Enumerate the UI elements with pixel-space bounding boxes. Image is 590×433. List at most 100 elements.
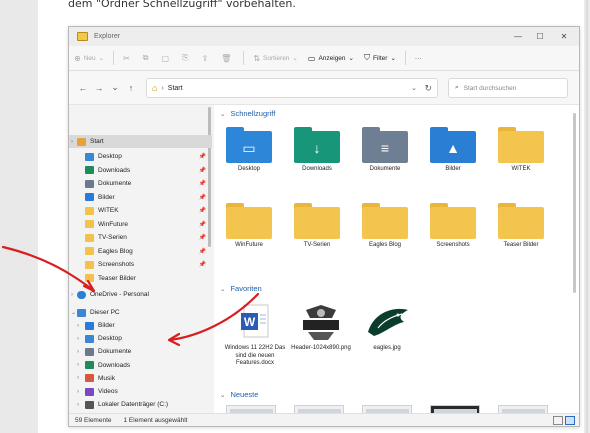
- article-text: dem "Ordner Schnellzugriff" vorbehalten.: [68, 0, 296, 10]
- sidebar-item-pc-videos[interactable]: › Videos: [69, 385, 212, 398]
- folder-icon: ▲: [430, 127, 476, 163]
- details-view-icon[interactable]: [553, 416, 563, 425]
- favorite-item-eagles-jpg[interactable]: eagles.jpg: [356, 302, 418, 368]
- tile-label: Bilder: [445, 166, 461, 172]
- download-icon: [85, 361, 94, 370]
- minimize-button[interactable]: —: [507, 27, 529, 46]
- cut-button[interactable]: ✂: [118, 49, 138, 67]
- filter-label: Filter: [373, 54, 388, 62]
- sidebar-item-witek[interactable]: WITEK 📌: [69, 204, 212, 217]
- toolbar-divider: [113, 51, 115, 65]
- section-header-favorites[interactable]: ⌄ Favoriten: [220, 284, 262, 293]
- sidebar-item-label: Eagles Blog: [98, 247, 133, 255]
- copy-button[interactable]: ⧉: [138, 49, 157, 67]
- content-scrollbar[interactable]: [573, 113, 576, 293]
- quick-tile-tv-serien[interactable]: TV-Serien: [286, 203, 348, 269]
- share-button[interactable]: ⇪: [196, 49, 216, 67]
- sidebar-item-pc-downloads[interactable]: › Downloads: [69, 359, 212, 372]
- explorer-window: Explorer — ☐ ✕ ⊕ Neu ⌄ ✂ ⧉ ▢ ⎘ ⇪ 🗑 ⇅ Sortie…: [68, 26, 580, 427]
- home-icon: [77, 137, 86, 146]
- pin-icon: 📌: [198, 221, 206, 228]
- sidebar-item-label: Screenshots: [98, 261, 135, 268]
- pin-icon: 📌: [198, 208, 206, 214]
- chevron-right-icon: ›: [77, 388, 79, 395]
- forward-arrow-icon[interactable]: →: [91, 83, 107, 93]
- sidebar-item-pc-dokumente[interactable]: › Dokumente: [69, 345, 212, 358]
- sidebar-item-winfuture[interactable]: WinFuture 📌: [69, 218, 212, 231]
- sidebar-item-screenshots[interactable]: Screenshots 📌: [69, 258, 212, 271]
- sidebar-item-pc-desktop[interactable]: › Desktop: [69, 332, 212, 345]
- sidebar-item-downloads[interactable]: Downloads 📌: [69, 164, 212, 177]
- quick-tile-downloads[interactable]: ↓ Downloads: [286, 127, 348, 193]
- pictures-icon: [85, 193, 94, 201]
- sidebar-item-pc-musik[interactable]: › Musik: [69, 372, 212, 385]
- view-button[interactable]: ▭ Anzeigen ⌄: [303, 49, 359, 67]
- up-arrow-icon[interactable]: ↑: [123, 83, 139, 93]
- section-header-recent[interactable]: ⌄ Neueste: [220, 390, 258, 399]
- chevron-down-icon: ⌄: [348, 55, 354, 62]
- quick-tile-winfuture[interactable]: WinFuture: [218, 203, 280, 269]
- recent-thumbnail[interactable]: [498, 405, 548, 413]
- folder-icon: ↓: [294, 127, 340, 163]
- quick-tile-screenshots[interactable]: Screenshots: [422, 203, 484, 269]
- quick-tile-teaser-bilder[interactable]: Teaser Bilder: [490, 203, 552, 269]
- quick-tile-eagles-blog[interactable]: Eagles Blog: [354, 203, 416, 269]
- recent-thumbnail[interactable]: [362, 405, 412, 413]
- breadcrumb-start[interactable]: Start: [168, 85, 183, 92]
- title-bar: Explorer — ☐ ✕: [69, 27, 579, 46]
- recent-thumbnail[interactable]: [430, 405, 480, 413]
- folder-icon: [362, 203, 408, 239]
- chevron-right-icon: ›: [77, 335, 79, 342]
- back-arrow-icon[interactable]: ←: [75, 83, 91, 93]
- rename-button[interactable]: ⎘: [177, 49, 196, 67]
- share-icon: ⇪: [201, 53, 209, 63]
- pictures-icon: [85, 321, 94, 330]
- sidebar-item-label: Desktop: [98, 335, 122, 343]
- favorite-item-header-png[interactable]: Header-1024x890.png: [290, 302, 352, 368]
- paste-button[interactable]: ▢: [157, 49, 178, 67]
- sidebar-item-onedrive[interactable]: › OneDrive - Personal: [69, 288, 212, 301]
- search-input[interactable]: ⌕ Start durchsuchen: [448, 78, 568, 98]
- sidebar-item-start[interactable]: › Start: [69, 135, 212, 148]
- delete-button[interactable]: 🗑: [216, 49, 239, 67]
- chevron-right-icon: ›: [71, 138, 73, 145]
- address-dropdown-icon[interactable]: ⌄: [411, 84, 417, 92]
- address-bar-row: ← → ⌄ ↑ ⌂ › Start ⌄ ↻ ⌕ Start durchsuche…: [69, 71, 579, 105]
- sidebar-item-pc-lokaler-datentr-ger-c-[interactable]: › Lokaler Datenträger (C:): [69, 398, 212, 411]
- favorite-item-docx[interactable]: W Windows 11 22H2 Das sind die neuen Fea…: [224, 302, 286, 392]
- address-field[interactable]: ⌂ › Start ⌄ ↻: [146, 78, 438, 98]
- recent-thumbnail[interactable]: [294, 405, 344, 413]
- filter-button[interactable]: ⛉ Filter ⌄: [359, 49, 401, 67]
- chevron-right-icon: ›: [77, 401, 79, 408]
- sidebar-item-teaser-bilder[interactable]: Teaser Bilder: [69, 272, 212, 285]
- view-label: Anzeigen: [318, 54, 346, 62]
- tiles-view-icon[interactable]: [565, 416, 575, 425]
- sidebar-item-bilder[interactable]: Bilder 📌: [69, 191, 212, 204]
- sidebar-item-dokumente[interactable]: Dokumente 📌: [69, 177, 212, 190]
- sidebar-item-label: Downloads: [98, 361, 131, 369]
- chevron-down-icon: ⌄: [220, 110, 226, 118]
- close-button[interactable]: ✕: [553, 27, 575, 46]
- sidebar-item-pc-bilder[interactable]: › Bilder: [69, 319, 212, 332]
- sort-icon: ⇅: [253, 53, 261, 63]
- recent-thumbnail[interactable]: [226, 405, 276, 413]
- sidebar-item-eagles-blog[interactable]: Eagles Blog 📌: [69, 245, 212, 258]
- sidebar-item-desktop[interactable]: Desktop 📌: [69, 150, 212, 163]
- refresh-icon[interactable]: ↻: [424, 83, 432, 94]
- more-button[interactable]: ···: [410, 49, 427, 67]
- sidebar-item-tv-serien[interactable]: TV-Serien 📌: [69, 231, 212, 244]
- quick-tile-witek[interactable]: WITEK: [490, 127, 552, 193]
- recent-locations-chevron-icon[interactable]: ⌄: [107, 82, 123, 93]
- sidebar-item-this-pc[interactable]: ⌄ Dieser PC: [69, 306, 212, 319]
- view-toggle: [551, 416, 575, 425]
- folder-icon: [85, 274, 94, 282]
- quick-tile-bilder[interactable]: ▲ Bilder: [422, 127, 484, 193]
- toolbar-divider: [404, 51, 406, 65]
- new-button[interactable]: ⊕ Neu ⌄: [69, 49, 109, 67]
- sort-button[interactable]: ⇅ Sortieren ⌄: [248, 49, 303, 67]
- quick-tile-desktop[interactable]: ▭ Desktop: [218, 127, 280, 193]
- maximize-button[interactable]: ☐: [529, 27, 551, 46]
- quick-tile-dokumente[interactable]: ≡ Dokumente: [354, 127, 416, 193]
- home-icon: ⌂: [152, 83, 158, 93]
- section-header-quick-access[interactable]: ⌄ Schnellzugriff: [220, 109, 275, 118]
